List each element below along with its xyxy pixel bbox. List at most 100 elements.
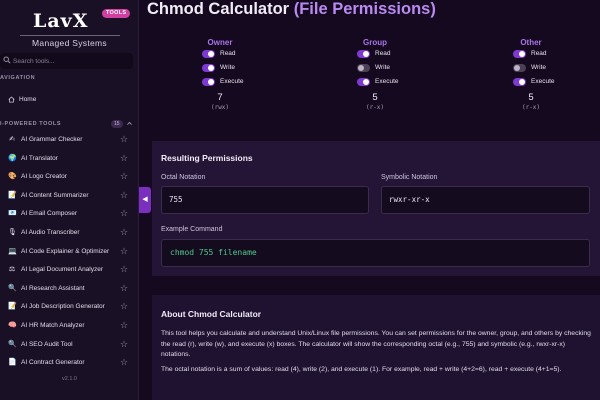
tool-emoji-icon: 📝 <box>8 191 17 199</box>
tool-emoji-icon: 💻 <box>8 247 17 255</box>
permission-octal-digit: 7 <box>217 92 223 103</box>
tool-label: AI HR Match Analyzer <box>21 322 85 329</box>
tool-label: AI Legal Document Analyzer <box>21 266 104 274</box>
sidebar-tool-item[interactable]: 📝 AI Job Description Generator ☆ <box>0 298 138 316</box>
permission-execute-toggle[interactable] <box>357 78 370 86</box>
favorite-star-icon[interactable]: ☆ <box>120 339 129 349</box>
tool-label: AI Audio Transcriber <box>21 229 80 236</box>
about-card: About Chmod Calculator This tool helps y… <box>152 295 600 400</box>
permission-execute-toggle[interactable] <box>513 78 526 86</box>
tool-label: AI Logo Creator <box>21 173 67 181</box>
permission-symbolic: (r-x) <box>521 104 541 111</box>
tool-label: AI Translator <box>21 154 58 162</box>
example-command-field[interactable]: chmod 755 filename <box>161 239 590 267</box>
permission-execute-row: Execute <box>174 75 266 89</box>
resulting-permissions-card: Resulting Permissions Octal Notation 755… <box>152 141 600 276</box>
logo[interactable]: LavX <box>33 10 88 32</box>
permission-read-toggle[interactable] <box>357 50 370 58</box>
tool-label: AI SEO Audit Tool <box>21 340 73 348</box>
toggle-knob <box>519 79 525 85</box>
brand-subtitle: Managed Systems <box>32 38 107 48</box>
sidebar-tool-item[interactable]: 📧 AI Email Composer ☆ <box>0 205 138 223</box>
permission-read-label: Read <box>220 50 236 57</box>
sidebar-tool-item[interactable]: 🔍 AI SEO Audit Tool ☆ <box>0 336 138 354</box>
favorite-star-icon[interactable]: ☆ <box>120 190 129 200</box>
tool-emoji-icon: 🌍 <box>8 154 17 162</box>
favorite-star-icon[interactable]: ☆ <box>120 321 129 330</box>
tools-count-badge: 15 <box>111 120 123 128</box>
sidebar-tool-item[interactable]: 📄 AI Contract Generator ☆ <box>0 354 138 372</box>
favorite-star-icon[interactable]: ☆ <box>120 265 129 274</box>
permission-write-toggle[interactable] <box>513 64 526 72</box>
search-input[interactable] <box>13 54 128 68</box>
page-title-main: Chmod Calculator <box>147 0 290 18</box>
version-label: v2.1.0 <box>62 376 77 382</box>
permission-write-row: Write <box>329 61 421 75</box>
permission-write-row: Write <box>174 61 266 75</box>
sidebar-tool-item[interactable]: 📝 AI Content Summarizer ☆ <box>0 187 138 205</box>
favorite-star-icon[interactable]: ☆ <box>120 246 129 256</box>
favorite-star-icon[interactable]: ☆ <box>120 302 129 311</box>
permission-execute-label: Execute <box>531 78 555 85</box>
tool-label: AI Code Explainer & Optimizer <box>21 247 110 255</box>
tool-emoji-icon: ✍ <box>9 136 15 143</box>
home-icon <box>8 96 15 103</box>
sidebar-tool-item[interactable]: 🎨 AI Logo Creator ☆ <box>0 168 138 186</box>
permission-write-toggle[interactable] <box>202 64 215 72</box>
permission-read-label: Read <box>531 50 547 57</box>
favorite-star-icon[interactable]: ☆ <box>120 283 129 293</box>
permission-group-heading: Group <box>363 38 387 47</box>
example-command-label: Example Command <box>161 226 223 233</box>
sidebar-tool-item[interactable]: 🧠 AI HR Match Analyzer ☆ <box>0 317 138 335</box>
permission-octal-digit: 5 <box>528 92 534 103</box>
permission-execute-label: Execute <box>220 78 244 85</box>
permission-write-label: Write <box>220 64 236 71</box>
tool-emoji-icon: 🔍 <box>8 340 17 348</box>
tool-emoji-icon: ⚖ <box>8 266 16 274</box>
permission-group-heading: Owner <box>207 38 233 47</box>
permission-write-toggle[interactable] <box>357 64 370 72</box>
sidebar-tool-item[interactable]: 💻 AI Code Explainer & Optimizer ☆ <box>0 243 138 261</box>
sidebar: LavX TOOLS Managed Systems AVIGATION Hom… <box>0 0 139 400</box>
favorite-star-icon[interactable]: ☆ <box>120 358 129 367</box>
favorite-star-icon[interactable]: ☆ <box>120 172 129 181</box>
favorite-star-icon[interactable]: ☆ <box>120 228 129 237</box>
sidebar-tool-item[interactable]: ✍ AI Grammar Checker ☆ <box>0 131 138 149</box>
sidebar-tool-item[interactable]: 🎙 AI Audio Transcriber ☆ <box>0 224 138 242</box>
toggle-knob <box>363 79 369 85</box>
permission-read-toggle[interactable] <box>202 50 215 58</box>
permission-group-heading: Other <box>520 38 542 47</box>
permission-execute-row: Execute <box>329 75 421 89</box>
chevron-up-icon[interactable] <box>126 120 133 127</box>
favorite-star-icon[interactable]: ☆ <box>120 135 129 144</box>
toggle-knob <box>208 51 214 57</box>
sidebar-item-home[interactable]: Home <box>8 94 36 104</box>
tool-emoji-icon: 📧 <box>8 210 17 218</box>
permission-read-toggle[interactable] <box>513 50 526 58</box>
permission-read-row: Read <box>485 47 577 61</box>
about-paragraph-2: The octal notation is a sum of values: r… <box>161 366 562 373</box>
tool-emoji-icon: 🧠 <box>8 322 17 329</box>
octal-notation-field[interactable]: 755 <box>161 186 369 214</box>
search-box[interactable] <box>0 53 133 69</box>
symbolic-notation-field[interactable]: rwxr-xr-x <box>381 186 590 214</box>
tool-label: AI Grammar Checker <box>21 136 83 143</box>
favorite-star-icon[interactable]: ☆ <box>120 153 129 163</box>
permission-execute-row: Execute <box>485 75 577 89</box>
sidebar-tool-item[interactable]: 🔍 AI Research Assistant ☆ <box>0 280 138 298</box>
tools-section-label: I-POWERED TOOLS <box>0 121 62 127</box>
tool-emoji-icon: 🔍 <box>8 284 17 292</box>
about-paragraph-1: This tool helps you calculate and unders… <box>161 330 591 358</box>
sidebar-tool-item[interactable]: 🌍 AI Translator ☆ <box>0 150 138 168</box>
toggle-knob <box>519 51 525 57</box>
tool-label: AI Contract Generator <box>21 359 85 367</box>
toggle-knob <box>514 65 520 71</box>
tool-emoji-icon: 🎙 <box>8 229 17 236</box>
permission-octal-digit: 5 <box>372 92 378 103</box>
permission-read-row: Read <box>329 47 421 61</box>
permission-execute-toggle[interactable] <box>202 78 215 86</box>
permission-column-group: Group Read Write Execute 5 (r-x) <box>329 38 421 111</box>
favorite-star-icon[interactable]: ☆ <box>120 209 129 218</box>
sidebar-tool-item[interactable]: ⚖ AI Legal Document Analyzer ☆ <box>0 261 138 279</box>
brand[interactable]: LavX TOOLS Managed Systems <box>0 8 138 54</box>
